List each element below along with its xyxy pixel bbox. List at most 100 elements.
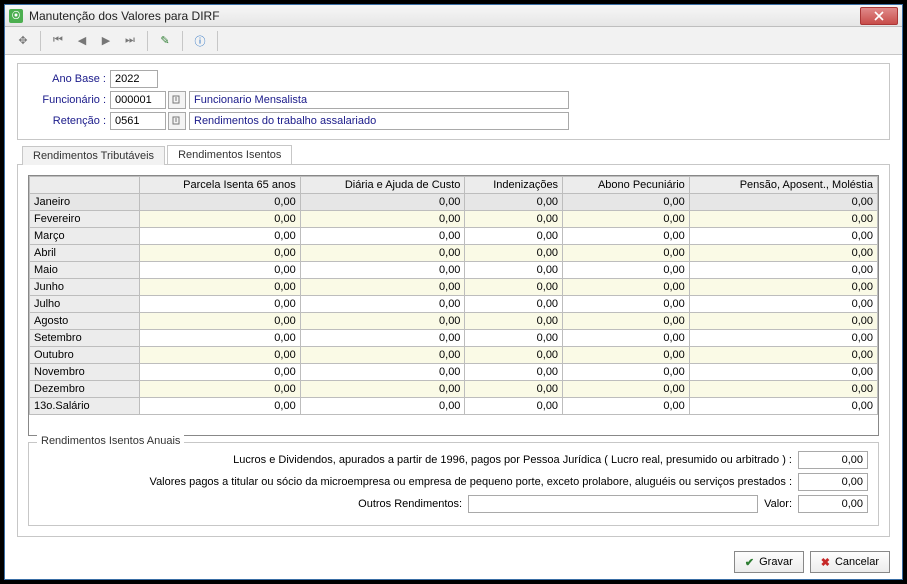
value-cell[interactable]: 0,00 bbox=[465, 381, 563, 398]
value-cell[interactable]: 0,00 bbox=[300, 262, 465, 279]
grid[interactable]: Parcela Isenta 65 anosDiária e Ajuda de … bbox=[28, 175, 879, 436]
nav-next-icon[interactable]: ▶ bbox=[96, 31, 116, 51]
info-icon[interactable]: ⓘ bbox=[190, 31, 210, 51]
value-cell[interactable]: 0,00 bbox=[689, 330, 877, 347]
value-cell[interactable]: 0,00 bbox=[140, 228, 301, 245]
value-cell[interactable]: 0,00 bbox=[465, 313, 563, 330]
value-cell[interactable]: 0,00 bbox=[300, 398, 465, 415]
value-cell[interactable]: 0,00 bbox=[140, 296, 301, 313]
table-row[interactable]: Outubro0,000,000,000,000,00 bbox=[30, 347, 878, 364]
value-cell[interactable]: 0,00 bbox=[689, 262, 877, 279]
value-cell[interactable]: 0,00 bbox=[465, 330, 563, 347]
grid-col-value[interactable]: Pensão, Aposent., Moléstia bbox=[689, 177, 877, 194]
value-cell[interactable]: 0,00 bbox=[563, 330, 690, 347]
value-cell[interactable]: 0,00 bbox=[465, 262, 563, 279]
nav-last-icon[interactable]: ⏭ bbox=[120, 31, 140, 51]
grid-col-value[interactable]: Indenizações bbox=[465, 177, 563, 194]
value-cell[interactable]: 0,00 bbox=[563, 398, 690, 415]
value-cell[interactable]: 0,00 bbox=[465, 398, 563, 415]
value-cell[interactable]: 0,00 bbox=[300, 279, 465, 296]
value-cell[interactable]: 0,00 bbox=[300, 381, 465, 398]
value-cell[interactable]: 0,00 bbox=[689, 381, 877, 398]
value-cell[interactable]: 0,00 bbox=[300, 211, 465, 228]
value-cell[interactable]: 0,00 bbox=[140, 364, 301, 381]
table-row[interactable]: Novembro0,000,000,000,000,00 bbox=[30, 364, 878, 381]
value-cell[interactable]: 0,00 bbox=[300, 347, 465, 364]
edit-icon[interactable]: ✎ bbox=[155, 31, 175, 51]
table-row[interactable]: Agosto0,000,000,000,000,00 bbox=[30, 313, 878, 330]
grid-col-value[interactable]: Diária e Ajuda de Custo bbox=[300, 177, 465, 194]
outros-valor-input[interactable] bbox=[798, 495, 868, 513]
nav-first-icon[interactable]: ⏮ bbox=[48, 31, 68, 51]
table-row[interactable]: Setembro0,000,000,000,000,00 bbox=[30, 330, 878, 347]
value-cell[interactable]: 0,00 bbox=[140, 211, 301, 228]
value-cell[interactable]: 0,00 bbox=[563, 381, 690, 398]
value-cell[interactable]: 0,00 bbox=[300, 245, 465, 262]
value-cell[interactable]: 0,00 bbox=[689, 313, 877, 330]
value-cell[interactable]: 0,00 bbox=[563, 364, 690, 381]
value-cell[interactable]: 0,00 bbox=[563, 262, 690, 279]
tab-isentos[interactable]: Rendimentos Isentos bbox=[167, 145, 292, 164]
value-cell[interactable]: 0,00 bbox=[465, 194, 563, 211]
value-cell[interactable]: 0,00 bbox=[140, 330, 301, 347]
value-cell[interactable]: 0,00 bbox=[140, 279, 301, 296]
value-cell[interactable]: 0,00 bbox=[300, 330, 465, 347]
value-cell[interactable]: 0,00 bbox=[300, 228, 465, 245]
table-row[interactable]: Julho0,000,000,000,000,00 bbox=[30, 296, 878, 313]
table-row[interactable]: Janeiro0,000,000,000,000,00 bbox=[30, 194, 878, 211]
table-row[interactable]: Junho0,000,000,000,000,00 bbox=[30, 279, 878, 296]
funcionario-code-input[interactable] bbox=[110, 91, 166, 109]
value-cell[interactable]: 0,00 bbox=[140, 262, 301, 279]
value-cell[interactable]: 0,00 bbox=[300, 296, 465, 313]
value-cell[interactable]: 0,00 bbox=[689, 296, 877, 313]
grid-col-month[interactable] bbox=[30, 177, 140, 194]
value-cell[interactable]: 0,00 bbox=[689, 194, 877, 211]
table-row[interactable]: Março0,000,000,000,000,00 bbox=[30, 228, 878, 245]
retencao-code-input[interactable] bbox=[110, 112, 166, 130]
cancelar-button[interactable]: ✖ Cancelar bbox=[810, 551, 890, 573]
table-row[interactable]: Fevereiro0,000,000,000,000,00 bbox=[30, 211, 878, 228]
value-cell[interactable]: 0,00 bbox=[689, 279, 877, 296]
table-row[interactable]: 13o.Salário0,000,000,000,000,00 bbox=[30, 398, 878, 415]
table-row[interactable]: Dezembro0,000,000,000,000,00 bbox=[30, 381, 878, 398]
value-cell[interactable]: 0,00 bbox=[563, 296, 690, 313]
ano-base-input[interactable] bbox=[110, 70, 158, 88]
value-cell[interactable]: 0,00 bbox=[563, 194, 690, 211]
value-cell[interactable]: 0,00 bbox=[140, 194, 301, 211]
retencao-lookup-button[interactable] bbox=[168, 112, 186, 130]
value-cell[interactable]: 0,00 bbox=[140, 313, 301, 330]
value-cell[interactable]: 0,00 bbox=[465, 296, 563, 313]
value-cell[interactable]: 0,00 bbox=[300, 194, 465, 211]
value-cell[interactable]: 0,00 bbox=[689, 228, 877, 245]
value-cell[interactable]: 0,00 bbox=[140, 398, 301, 415]
grid-col-value[interactable]: Parcela Isenta 65 anos bbox=[140, 177, 301, 194]
value-cell[interactable]: 0,00 bbox=[563, 245, 690, 262]
value-cell[interactable]: 0,00 bbox=[465, 347, 563, 364]
micro-input[interactable] bbox=[798, 473, 868, 491]
value-cell[interactable]: 0,00 bbox=[300, 364, 465, 381]
value-cell[interactable]: 0,00 bbox=[689, 398, 877, 415]
table-row[interactable]: Abril0,000,000,000,000,00 bbox=[30, 245, 878, 262]
pointer-icon[interactable]: ✥ bbox=[13, 31, 33, 51]
value-cell[interactable]: 0,00 bbox=[563, 211, 690, 228]
close-button[interactable] bbox=[860, 7, 898, 25]
value-cell[interactable]: 0,00 bbox=[465, 245, 563, 262]
nav-prev-icon[interactable]: ◀ bbox=[72, 31, 92, 51]
value-cell[interactable]: 0,00 bbox=[563, 279, 690, 296]
value-cell[interactable]: 0,00 bbox=[689, 347, 877, 364]
tab-tributaveis[interactable]: Rendimentos Tributáveis bbox=[22, 146, 165, 165]
value-cell[interactable]: 0,00 bbox=[300, 313, 465, 330]
value-cell[interactable]: 0,00 bbox=[563, 228, 690, 245]
gravar-button[interactable]: ✔ Gravar bbox=[734, 551, 804, 573]
value-cell[interactable]: 0,00 bbox=[689, 245, 877, 262]
value-cell[interactable]: 0,00 bbox=[563, 347, 690, 364]
value-cell[interactable]: 0,00 bbox=[465, 279, 563, 296]
table-row[interactable]: Maio0,000,000,000,000,00 bbox=[30, 262, 878, 279]
grid-col-value[interactable]: Abono Pecuniário bbox=[563, 177, 690, 194]
outros-text-input[interactable] bbox=[468, 495, 758, 513]
value-cell[interactable]: 0,00 bbox=[140, 381, 301, 398]
value-cell[interactable]: 0,00 bbox=[140, 245, 301, 262]
lucros-input[interactable] bbox=[798, 451, 868, 469]
value-cell[interactable]: 0,00 bbox=[465, 211, 563, 228]
value-cell[interactable]: 0,00 bbox=[689, 364, 877, 381]
